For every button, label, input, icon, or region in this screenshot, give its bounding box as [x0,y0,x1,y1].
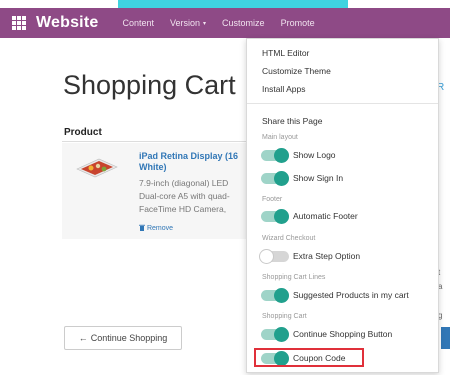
description-line: Dual-core A5 with quad- [139,191,230,201]
table-header-product: Product [64,127,102,138]
top-accent-strip [118,0,348,8]
section-header-main-layout: Main layout [262,134,298,141]
nav-menu: Content Version ▾ Customize Promote [122,18,330,28]
nav-content[interactable]: Content [122,18,154,28]
toggle-automatic-footer[interactable]: Automatic Footer [261,208,358,224]
toggle-show-sign-in[interactable]: Show Sign In [261,170,343,186]
toggle-switch[interactable] [259,248,289,264]
chevron-down-icon: ▾ [203,20,207,27]
remove-link[interactable]: Remove [139,224,173,232]
section-header-wizard-checkout: Wizard Checkout [262,235,316,242]
brand-title[interactable]: Website [36,14,98,32]
product-name[interactable]: iPad Retina Display (16 [139,150,249,162]
trash-icon [139,224,145,231]
menu-item-customize-theme[interactable]: Customize Theme [262,66,331,76]
toggle-suggested-products[interactable]: Suggested Products in my cart [261,287,409,303]
nav-version[interactable]: Version ▾ [170,18,206,28]
nav-customize[interactable]: Customize [222,18,265,28]
section-header-shopping-cart: Shopping Cart [262,313,307,320]
toggle-switch[interactable] [261,208,289,224]
continue-shopping-button[interactable]: ← Continue Shopping [64,326,182,350]
apps-grid-icon[interactable] [12,16,26,30]
product-description: 7.9-inch (diagonal) LED Dual-core A5 wit… [139,177,248,216]
menu-divider [247,103,438,104]
toggle-switch[interactable] [261,326,289,342]
left-arrow-icon: ← [78,333,88,343]
section-header-footer: Footer [262,196,283,203]
table-header-divider [62,141,248,142]
right-edge-button-fragment[interactable] [441,327,450,349]
toggle-switch[interactable] [261,170,289,186]
menu-item-share-page[interactable]: Share this Page [262,116,322,126]
toggle-switch[interactable] [261,147,289,163]
menu-item-install-apps[interactable]: Install Apps [262,84,305,94]
toggle-extra-step-option[interactable]: Extra Step Option [259,248,360,264]
page-title: Shopping Cart [63,70,236,100]
section-header-shopping-cart-lines: Shopping Cart Lines [262,274,326,281]
description-line: FaceTime HD Camera, [139,204,227,214]
description-line: 7.9-inch (diagonal) LED [139,178,229,188]
menu-item-html-editor[interactable]: HTML Editor [262,48,309,58]
cart-line: iPad Retina Display (16 White) 7.9-inch … [62,143,248,239]
toggle-continue-shopping-button[interactable]: Continue Shopping Button [261,326,392,342]
top-navbar: Website Content Version ▾ Customize Promo… [0,8,450,38]
customize-dropdown-menu: HTML Editor Customize Theme Install Apps… [246,38,439,373]
product-name-line2[interactable]: White) [139,162,167,172]
product-thumbnail[interactable] [75,155,119,179]
nav-promote[interactable]: Promote [281,18,315,28]
toggle-show-logo[interactable]: Show Logo [261,147,336,163]
toggle-switch[interactable] [261,287,289,303]
coupon-code-highlight [254,348,364,367]
